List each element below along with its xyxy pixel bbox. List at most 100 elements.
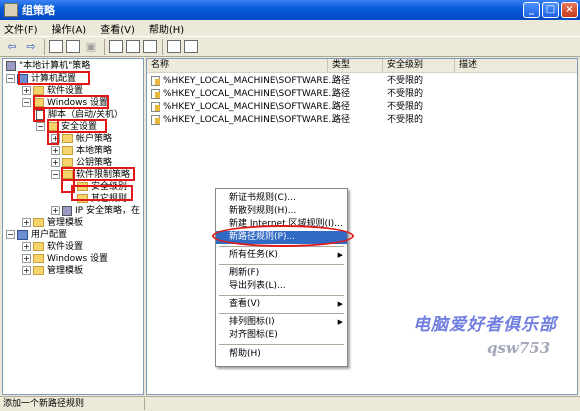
menu-item-line-up-icons[interactable]: 对齐图标(E) bbox=[216, 329, 347, 342]
list-row[interactable]: %HKEY_LOCAL_MACHINE\SOFTWARE... 路径 不受限的 bbox=[147, 101, 577, 113]
menu-help[interactable]: 帮助(H) bbox=[149, 21, 184, 36]
expand-icon[interactable]: + bbox=[22, 86, 31, 95]
folder-icon bbox=[62, 146, 73, 155]
menu-item-new-certificate-rule[interactable]: 新证书规则(C)... bbox=[216, 192, 347, 205]
rule-name: %HKEY_LOCAL_MACHINE\SOFTWARE... bbox=[163, 115, 337, 125]
list-row[interactable]: %HKEY_LOCAL_MACHINE\SOFTWARE... 路径 不受限的 bbox=[147, 75, 577, 87]
path-rule-icon bbox=[151, 88, 160, 99]
submenu-arrow-icon: ▶ bbox=[337, 300, 343, 308]
menu-item-arrange-icons[interactable]: 排列图标(I) ▶ bbox=[216, 316, 347, 329]
export-list-icon[interactable] bbox=[143, 40, 157, 53]
folder-icon bbox=[62, 134, 73, 143]
user-icon bbox=[17, 229, 28, 240]
group-policy-icon bbox=[4, 3, 18, 17]
tree-item-user-config[interactable]: − 用户配置 bbox=[6, 229, 67, 241]
rule-type: 路径 bbox=[332, 115, 351, 125]
title-bar: 组策略 _ □ × bbox=[0, 0, 580, 20]
watermark-text: 电脑爱好者俱乐部 bbox=[413, 315, 557, 335]
menu-file[interactable]: 文件(F) bbox=[4, 21, 38, 36]
rule-security-level: 不受限的 bbox=[387, 102, 424, 112]
folder-icon bbox=[33, 242, 44, 251]
menu-separator bbox=[219, 295, 344, 296]
window-title: 组策略 bbox=[22, 4, 55, 17]
minimize-button[interactable]: _ bbox=[523, 2, 540, 18]
properties-icon[interactable] bbox=[109, 40, 123, 53]
toolbar: ⇦ ⇨ ▣ bbox=[0, 37, 580, 57]
expand-icon[interactable]: + bbox=[51, 158, 60, 167]
rule-name: %HKEY_LOCAL_MACHINE\SOFTWARE... bbox=[163, 102, 337, 112]
maximize-button[interactable]: □ bbox=[542, 2, 559, 18]
expand-icon[interactable]: + bbox=[51, 146, 60, 155]
list-row[interactable]: %HKEY_LOCAL_MACHINE\SOFTWARE... 路径 不受限的 bbox=[147, 88, 577, 100]
annotation-box bbox=[71, 185, 133, 201]
folder-icon bbox=[62, 158, 73, 167]
list-row[interactable]: %HKEY_LOCAL_MACHINE\SOFTWARE... 路径 不受限的 bbox=[147, 114, 577, 126]
rule-security-level: 不受限的 bbox=[387, 115, 424, 125]
tree-label: 软件设置 bbox=[47, 242, 84, 252]
rule-security-level: 不受限的 bbox=[387, 76, 424, 86]
menu-item-refresh[interactable]: 刷新(F) bbox=[216, 267, 347, 280]
folder-icon bbox=[33, 86, 44, 95]
tree-item-user-admin-templates[interactable]: + 管理模板 bbox=[22, 265, 83, 277]
menu-item-help[interactable]: 帮助(H) bbox=[216, 348, 347, 361]
help-icon[interactable] bbox=[167, 40, 181, 53]
tree-label: 管理模板 bbox=[47, 266, 84, 276]
tree-item-admin-templates[interactable]: + 管理模板 bbox=[22, 217, 83, 229]
tree-item-user-software-settings[interactable]: + 软件设置 bbox=[22, 241, 83, 253]
tree-item-local-policies[interactable]: + 本地策略 bbox=[51, 145, 112, 157]
collapse-icon[interactable]: − bbox=[51, 170, 60, 179]
collapse-icon[interactable]: − bbox=[22, 98, 31, 107]
annotation-box bbox=[33, 95, 109, 109]
status-panel bbox=[144, 398, 578, 410]
up-folder-icon[interactable] bbox=[49, 40, 63, 53]
menu-action[interactable]: 操作(A) bbox=[52, 21, 87, 36]
menu-item-label: 排列图标(I) bbox=[229, 317, 275, 327]
annotation-box bbox=[33, 108, 45, 122]
menu-item-view[interactable]: 查看(V) ▶ bbox=[216, 298, 347, 311]
status-bar: 添加一个新路径规则 bbox=[0, 396, 580, 411]
tree-item-ip-security[interactable]: + IP 安全策略，在 bbox=[51, 205, 140, 217]
toolbar-separator bbox=[162, 38, 163, 55]
tree-label: 本地策略 bbox=[76, 146, 113, 156]
tree-pane[interactable]: "本地计算机"策略 − 计算机配置 + 软件设置 − Windows 设置 脚本（启动… bbox=[2, 58, 144, 395]
back-arrow-icon[interactable]: ⇦ bbox=[4, 39, 20, 55]
collapse-icon[interactable]: − bbox=[6, 230, 15, 239]
folder-icon bbox=[33, 266, 44, 275]
forward-arrow-icon[interactable]: ⇨ bbox=[23, 39, 39, 55]
expand-icon[interactable]: + bbox=[22, 266, 31, 275]
collapse-icon[interactable]: − bbox=[6, 74, 15, 83]
menu-item-all-tasks[interactable]: 所有任务(K) ▶ bbox=[216, 249, 347, 262]
menu-item-export-list[interactable]: 导出列表(L)... bbox=[216, 280, 347, 293]
tree-label: 用户配置 bbox=[31, 230, 68, 240]
watermark-id: qsw753 bbox=[487, 339, 551, 357]
expand-icon[interactable]: + bbox=[51, 206, 60, 215]
expand-icon[interactable]: + bbox=[22, 242, 31, 251]
refresh-icon[interactable] bbox=[126, 40, 140, 53]
close-button[interactable]: × bbox=[561, 2, 578, 18]
column-header-security-level[interactable]: 安全级别 bbox=[383, 59, 455, 73]
menu-view[interactable]: 查看(V) bbox=[100, 21, 135, 36]
delete-icon[interactable]: ▣ bbox=[83, 39, 99, 55]
expand-icon[interactable]: + bbox=[22, 254, 31, 263]
context-menu: 新证书规则(C)... 新散列规则(H)... 新建 Internet 区域规则… bbox=[215, 188, 348, 367]
menu-separator bbox=[219, 344, 344, 345]
menu-item-new-hash-rule[interactable]: 新散列规则(H)... bbox=[216, 205, 347, 218]
tree-label: 管理模板 bbox=[47, 218, 84, 228]
tree-item-user-windows-settings[interactable]: + Windows 设置 bbox=[22, 253, 108, 265]
tree-item-account-policies[interactable]: + 帐户策略 bbox=[51, 133, 112, 145]
column-header-name[interactable]: 名称 bbox=[147, 59, 328, 73]
column-header-description[interactable]: 描述 bbox=[455, 59, 577, 73]
collapse-icon[interactable]: − bbox=[36, 122, 45, 131]
status-text: 添加一个新路径规则 bbox=[3, 399, 85, 409]
rule-security-level: 不受限的 bbox=[387, 89, 424, 99]
show-tree-icon[interactable] bbox=[66, 40, 80, 53]
toolbar-separator bbox=[44, 38, 45, 55]
column-header-type[interactable]: 类型 bbox=[328, 59, 383, 73]
rule-type: 路径 bbox=[332, 89, 351, 99]
path-rule-icon bbox=[151, 75, 160, 86]
rule-name: %HKEY_LOCAL_MACHINE\SOFTWARE... bbox=[163, 76, 337, 86]
expand-icon[interactable]: + bbox=[22, 218, 31, 227]
show-hide-console-icon[interactable] bbox=[184, 40, 198, 53]
menu-separator bbox=[219, 264, 344, 265]
path-rule-icon bbox=[151, 114, 160, 125]
